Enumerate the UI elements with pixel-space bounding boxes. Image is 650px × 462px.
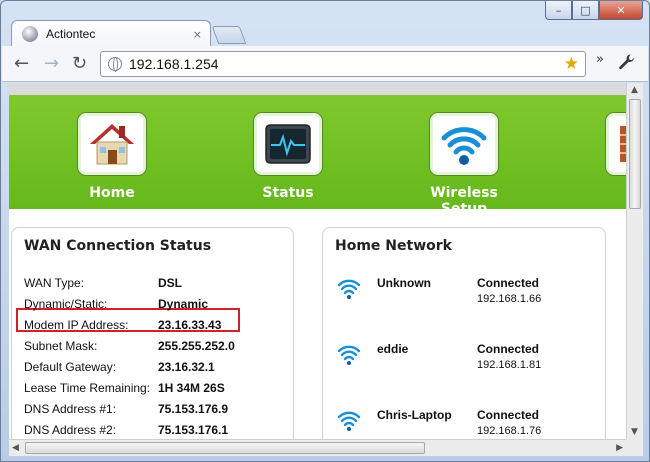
vertical-scroll-thumb[interactable] [629, 99, 641, 209]
nav-label-home: Home [89, 185, 135, 201]
wan-value: 23.16.33.43 [158, 318, 222, 332]
reload-icon[interactable]: ↻ [72, 53, 87, 74]
wan-value: 75.153.176.9 [158, 402, 229, 416]
wan-label: Default Gateway: [24, 360, 117, 374]
nav-item-status[interactable]: Status [233, 112, 343, 201]
wan-label: WAN Type: [24, 276, 85, 290]
wrench-icon[interactable] [618, 53, 636, 76]
maximize-button[interactable]: □ [572, 1, 599, 20]
device-name: Chris-Laptop [377, 408, 452, 422]
scroll-down-icon[interactable]: ▼ [631, 427, 638, 437]
nav-item-wireless-setup[interactable]: Wireless Setup [409, 112, 519, 217]
nav-item-home[interactable]: Home [57, 112, 167, 201]
home-network-title: Home Network [335, 238, 452, 254]
wan-label: DNS Address #2: [24, 423, 117, 437]
horizontal-scroll-thumb[interactable] [25, 442, 425, 454]
wan-panel-title: WAN Connection Status [24, 238, 212, 254]
window-controls: – □ ✕ [545, 1, 643, 20]
browser-tab[interactable]: Actiontec × [11, 20, 211, 47]
scroll-left-icon[interactable]: ◀ [12, 443, 19, 453]
wifi-icon [337, 276, 361, 303]
wifi-icon [337, 342, 361, 369]
browser-toolbar: ← → ↻ 192.168.1.254 ★ » [2, 46, 648, 82]
forward-arrow-icon[interactable]: → [44, 53, 59, 74]
device-status: Connected [477, 342, 540, 356]
device-name: Unknown [377, 276, 431, 290]
firewall-icon [605, 112, 626, 176]
scroll-up-icon[interactable]: ▲ [631, 85, 638, 95]
page-viewport: Home Status Wireless WAN Connection Stat… [9, 83, 626, 439]
house-icon [77, 112, 147, 176]
device-status: Connected [477, 276, 540, 290]
url-text[interactable]: 192.168.1.254 [129, 56, 219, 72]
wan-label: Modem IP Address: [24, 318, 129, 332]
new-tab-button[interactable] [211, 26, 247, 44]
wan-value: 255.255.252.0 [158, 339, 235, 353]
wan-label: Lease Time Remaining: [24, 381, 151, 395]
wan-label: Subnet Mask: [24, 339, 98, 353]
chevron-right-icon[interactable]: » [596, 52, 604, 67]
wan-value: 1H 34M 26S [158, 381, 225, 395]
scroll-right-icon[interactable]: ▶ [616, 443, 623, 453]
wifi-icon [429, 112, 499, 176]
bookmark-star-icon[interactable]: ★ [564, 54, 579, 74]
wan-label: DNS Address #1: [24, 402, 117, 416]
tab-close-icon[interactable]: × [193, 28, 202, 41]
globe-icon [22, 26, 38, 42]
address-bar[interactable]: 192.168.1.254 ★ [100, 51, 586, 77]
back-arrow-icon[interactable]: ← [14, 53, 29, 74]
monitor-pulse-icon [253, 112, 323, 176]
wifi-icon [337, 408, 361, 435]
wan-value: 23.16.32.1 [158, 360, 215, 374]
top-strip [9, 83, 626, 95]
minimize-button[interactable]: – [545, 1, 572, 20]
globe-icon [108, 57, 122, 72]
scroll-corner [626, 439, 643, 456]
device-ip: 192.168.1.76 [477, 425, 542, 437]
wan-status-panel: WAN Connection Status WAN Type: DSL Dyna… [11, 227, 294, 439]
nav-label-firewall: Fi [585, 185, 626, 201]
device-ip: 192.168.1.81 [477, 359, 542, 371]
close-window-button[interactable]: ✕ [599, 1, 643, 20]
wan-label: Dynamic/Static: [24, 297, 108, 311]
device-ip: 192.168.1.66 [477, 293, 542, 305]
browser-window: – □ ✕ Actiontec × ← → ↻ 192.168.1.254 ★ … [0, 0, 650, 462]
device-status: Connected [477, 408, 540, 422]
wan-value: Dynamic [158, 297, 209, 311]
wan-value: 75.153.176.1 [158, 423, 229, 437]
tab-title: Actiontec [46, 27, 96, 41]
horizontal-scrollbar[interactable]: ◀ ▶ [9, 439, 626, 456]
nav-label-status: Status [262, 185, 314, 201]
nav-item-firewall[interactable]: Fi [585, 112, 626, 201]
device-name: eddie [377, 342, 409, 356]
wan-value: DSL [158, 276, 182, 290]
home-network-panel: Home Network Unknown Connected 192.168.1… [322, 227, 606, 439]
router-nav-bar: Home Status Wireless [9, 95, 626, 217]
vertical-scrollbar[interactable]: ▲ ▼ [626, 83, 643, 439]
